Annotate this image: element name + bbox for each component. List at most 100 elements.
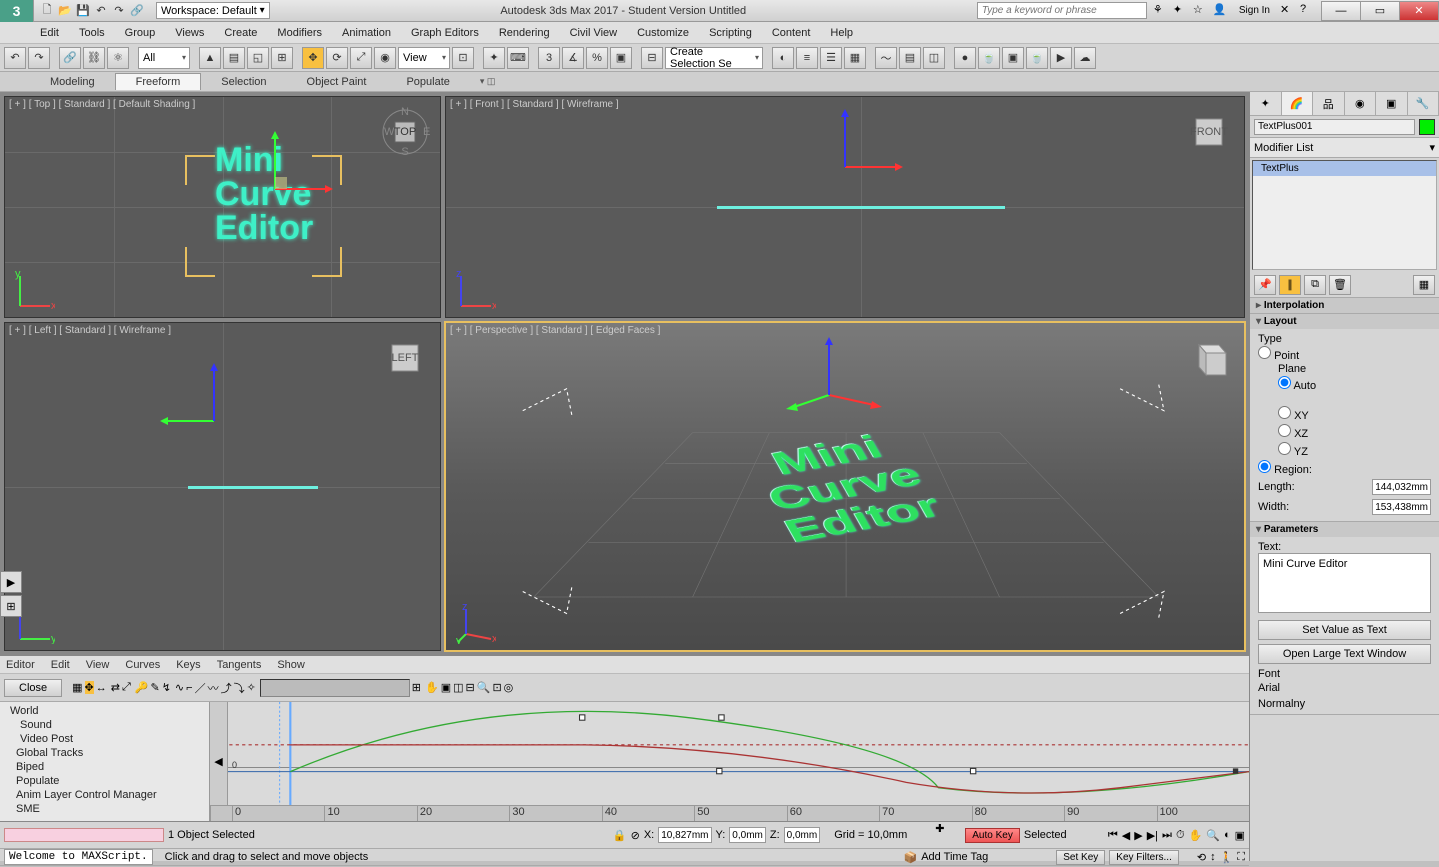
key-filters-button[interactable]: Key Filters...	[1109, 850, 1179, 865]
menu-modifiers[interactable]: Modifiers	[277, 27, 322, 39]
nav-region-icon[interactable]: ▣	[1235, 829, 1245, 842]
ribbon-expand-icon[interactable]: ▾ ◫	[480, 76, 496, 87]
tree-videopost[interactable]: Video Post	[4, 732, 205, 746]
save-icon[interactable]: 💾	[74, 2, 92, 20]
ce-menu-tangents[interactable]: Tangents	[217, 659, 262, 671]
set-key-button[interactable]: Set Key	[1056, 850, 1105, 865]
nav-zoom-icon[interactable]: 🔍	[1206, 829, 1220, 842]
panel-tab-hierarchy[interactable]: 品	[1313, 92, 1345, 115]
ce-menu-curves[interactable]: Curves	[125, 659, 160, 671]
angle-snap-button[interactable]: ∡	[562, 47, 584, 69]
ce-frame-icon[interactable]: ▣	[441, 681, 451, 694]
named-set-dropdown[interactable]: Create Selection Se	[665, 47, 763, 69]
pivot-button[interactable]: ⊡	[452, 47, 474, 69]
ce-filter-icon[interactable]: ▦	[72, 681, 82, 694]
ce-menu-keys[interactable]: Keys	[176, 659, 200, 671]
lock-icon[interactable]: 🔒	[613, 829, 627, 842]
layout-xz-radio[interactable]: XZ	[1278, 423, 1431, 441]
move-button[interactable]: ✥	[302, 47, 324, 69]
viewcube-front[interactable]: FRONT	[1184, 107, 1234, 157]
modifier-stack[interactable]: TextPlus	[1252, 160, 1437, 270]
nav-pan-icon[interactable]: ✋	[1189, 829, 1203, 842]
minimize-button[interactable]: —	[1321, 1, 1361, 21]
tree-sound[interactable]: Sound	[4, 718, 205, 732]
add-time-tag-button[interactable]: Add Time Tag	[921, 851, 988, 863]
maximize-button[interactable]: ▭	[1360, 1, 1400, 21]
exchange-icon[interactable]: ✦	[1173, 3, 1189, 19]
selection-filter-dropdown[interactable]: All	[138, 47, 190, 69]
key-filter-dropdown[interactable]: Selected	[1024, 829, 1094, 841]
link-button[interactable]: 🔗	[59, 47, 81, 69]
move-gizmo-icon[interactable]	[215, 129, 335, 249]
move-gizmo-icon[interactable]	[154, 361, 274, 481]
nav-max-icon[interactable]: ⛶	[1237, 851, 1245, 864]
nav-dolly-icon[interactable]: ↕	[1210, 851, 1216, 863]
panel-tab-utilities[interactable]: 🔧	[1408, 92, 1439, 115]
curve-editor-tree[interactable]: World Sound Video Post Global Tracks Bip…	[0, 702, 210, 821]
layout-point-radio[interactable]: Point	[1258, 345, 1431, 363]
tree-world[interactable]: World	[4, 704, 205, 718]
modifier-list-dropdown[interactable]: Modifier List▾	[1250, 138, 1439, 158]
goto-end-icon[interactable]: ⏭	[1162, 829, 1172, 842]
render-button[interactable]: 🍵	[1026, 47, 1048, 69]
help-icon[interactable]: ?	[1300, 3, 1316, 19]
menu-help[interactable]: Help	[830, 27, 853, 39]
viewport-front[interactable]: [ + ] [ Front ] [ Standard ] [ Wireframe…	[445, 96, 1245, 318]
panel-tab-create[interactable]: ✦	[1250, 92, 1282, 115]
layout-width-input[interactable]: 153,438mm	[1372, 499, 1431, 515]
ce-move-keys-icon[interactable]: ✥	[85, 681, 94, 694]
ce-tangent-step-icon[interactable]: ⌐	[186, 682, 192, 694]
time-tag-icon[interactable]: 📦	[904, 851, 918, 864]
remove-modifier-icon[interactable]: 🗑	[1329, 275, 1351, 295]
new-icon[interactable]: 🗋	[38, 2, 56, 20]
ribbon-populate[interactable]: Populate	[386, 74, 469, 90]
placement-button[interactable]: ◉	[374, 47, 396, 69]
menu-customize[interactable]: Customize	[637, 27, 689, 39]
select-button[interactable]: ▲	[199, 47, 221, 69]
bind-button[interactable]: ⚛	[107, 47, 129, 69]
curve-editor-ruler[interactable]: 0 10 20 30 40 50 60 70 80 90 100	[210, 805, 1249, 821]
play-icon[interactable]: ▶	[1134, 829, 1142, 842]
rotate-button[interactable]: ⟳	[326, 47, 348, 69]
graph-scroll-left[interactable]: ◀	[210, 702, 228, 821]
select-name-button[interactable]: ▤	[223, 47, 245, 69]
select-region-button[interactable]: ◱	[247, 47, 269, 69]
ce-move-h-icon[interactable]: ↔	[96, 682, 107, 694]
pin-stack-icon[interactable]: 📌	[1254, 275, 1276, 295]
tree-animlayer[interactable]: Anim Layer Control Manager	[4, 788, 205, 802]
ce-frame-h-icon[interactable]: ◫	[453, 681, 463, 694]
show-end-result-icon[interactable]: ∥	[1279, 275, 1301, 295]
rollout-parameters-header[interactable]: Parameters	[1250, 522, 1439, 537]
move-gizmo-icon[interactable]	[769, 335, 889, 455]
viewcube-top[interactable]: TOPNSWE	[380, 107, 430, 157]
snap-button[interactable]: 3	[538, 47, 560, 69]
ribbon-selection[interactable]: Selection	[201, 74, 286, 90]
configure-sets-icon[interactable]: ▦	[1413, 275, 1435, 295]
menu-content[interactable]: Content	[772, 27, 811, 39]
manipulate-button[interactable]: ✦	[483, 47, 505, 69]
ribbon-object-paint[interactable]: Object Paint	[287, 74, 387, 90]
menu-scripting[interactable]: Scripting	[709, 27, 752, 39]
panel-tab-display[interactable]: ▣	[1376, 92, 1408, 115]
favorites-icon[interactable]: ☆	[1193, 3, 1209, 19]
app-logo[interactable]: 3	[0, 0, 34, 22]
tree-globaltracks[interactable]: Global Tracks	[4, 746, 205, 760]
material-editor-button[interactable]: ●	[954, 47, 976, 69]
viewcube-left[interactable]: LEFT	[380, 333, 430, 383]
rollout-layout-header[interactable]: Layout	[1250, 314, 1439, 329]
ce-tangent-slow-icon[interactable]: ⤵	[234, 680, 245, 696]
viewport-perspective[interactable]: [ + ] [ Perspective ] [ Standard ] [ Edg…	[445, 322, 1245, 651]
menu-graph-editors[interactable]: Graph Editors	[411, 27, 479, 39]
named-sets-button[interactable]: ⊟	[641, 47, 663, 69]
set-key-large-button[interactable]: ✚	[935, 822, 961, 848]
ce-timeline-slider[interactable]	[260, 679, 410, 697]
ribbon-freeform[interactable]: Freeform	[115, 73, 202, 90]
viewcube-persp[interactable]	[1184, 333, 1234, 383]
menu-create[interactable]: Create	[224, 27, 257, 39]
curve-editor-button[interactable]: 〜	[875, 47, 897, 69]
move-gizmo-icon[interactable]	[785, 107, 905, 227]
spinner-snap-button[interactable]: ▣	[610, 47, 632, 69]
keyboard-shortcut-button[interactable]: ⌨	[507, 47, 529, 69]
close-help-icon[interactable]: ✕	[1280, 3, 1296, 19]
object-name-input[interactable]	[1254, 119, 1415, 135]
